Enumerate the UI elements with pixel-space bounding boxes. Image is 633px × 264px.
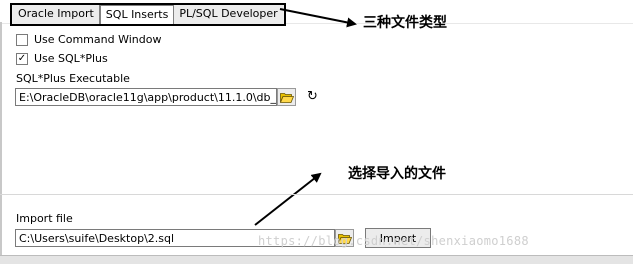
- use-sqlplus-label: Use SQL*Plus: [34, 52, 108, 65]
- tab-plsql-developer[interactable]: PL/SQL Developer: [174, 5, 283, 24]
- refresh-icon[interactable]: ↻: [307, 90, 318, 103]
- tab-strip: Oracle Import SQL Inserts PL/SQL Develop…: [10, 3, 286, 26]
- annotation-file-types: 三种文件类型: [363, 15, 447, 31]
- panel-left-edge: [0, 22, 2, 263]
- sqlplus-executable-label: SQL*Plus Executable: [16, 72, 130, 85]
- tab-sql-inserts[interactable]: SQL Inserts: [99, 5, 175, 24]
- watermark: https://blog.csdn.net/shenxiaomo1688: [258, 234, 529, 248]
- use-sqlplus-checkbox[interactable]: ✓: [16, 52, 28, 65]
- folder-open-icon: [279, 92, 294, 103]
- use-command-window-label: Use Command Window: [34, 33, 162, 46]
- import-file-label: Import file: [16, 212, 73, 225]
- sqlplus-browse-button[interactable]: [277, 88, 296, 106]
- sqlplus-executable-field[interactable]: E:\OracleDB\oracle11g\app\product\11.1.0…: [15, 88, 277, 106]
- section-divider: [0, 194, 633, 195]
- tab-oracle-import[interactable]: Oracle Import: [13, 5, 100, 24]
- use-command-window-checkbox[interactable]: [16, 33, 28, 46]
- use-sqlplus-option[interactable]: ✓ Use SQL*Plus: [16, 52, 108, 65]
- annotation-select-file: 选择导入的文件: [348, 166, 446, 182]
- use-command-window-option[interactable]: Use Command Window: [16, 33, 161, 46]
